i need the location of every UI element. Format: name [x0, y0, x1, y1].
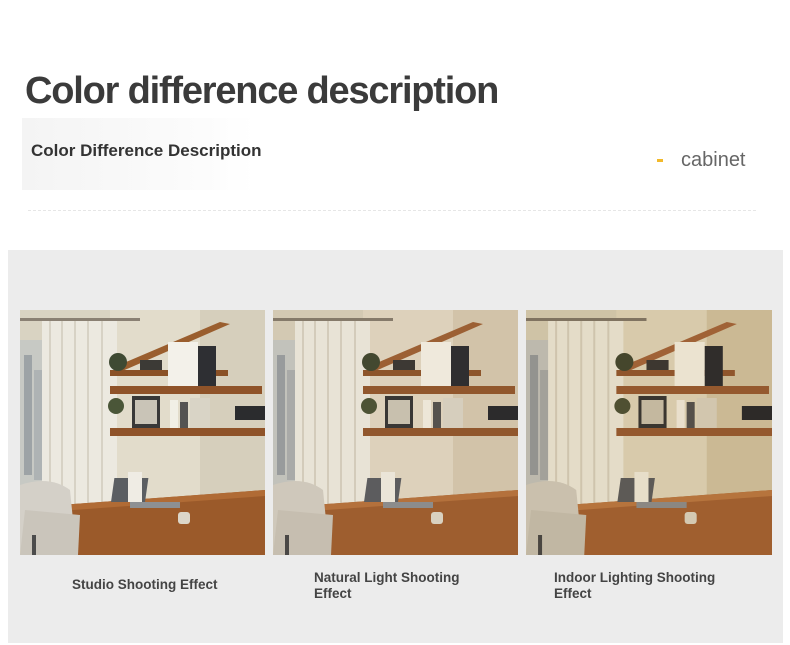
section-subtitle: Color Difference Description	[31, 141, 262, 160]
page-title: Color difference description	[25, 70, 499, 112]
room-photo-natural-light	[273, 310, 518, 555]
room-photo-studio	[20, 310, 265, 555]
room-photo-indoor-lighting	[526, 310, 772, 555]
caption-studio: Studio Shooting Effect	[72, 577, 218, 592]
divider	[28, 210, 756, 211]
category-marker-icon	[657, 159, 663, 162]
caption-natural-light: Natural Light Shooting Effect	[314, 570, 460, 601]
category-label: cabinet	[681, 149, 746, 171]
caption-indoor-lighting: Indoor Lighting Shooting Effect	[554, 570, 716, 601]
